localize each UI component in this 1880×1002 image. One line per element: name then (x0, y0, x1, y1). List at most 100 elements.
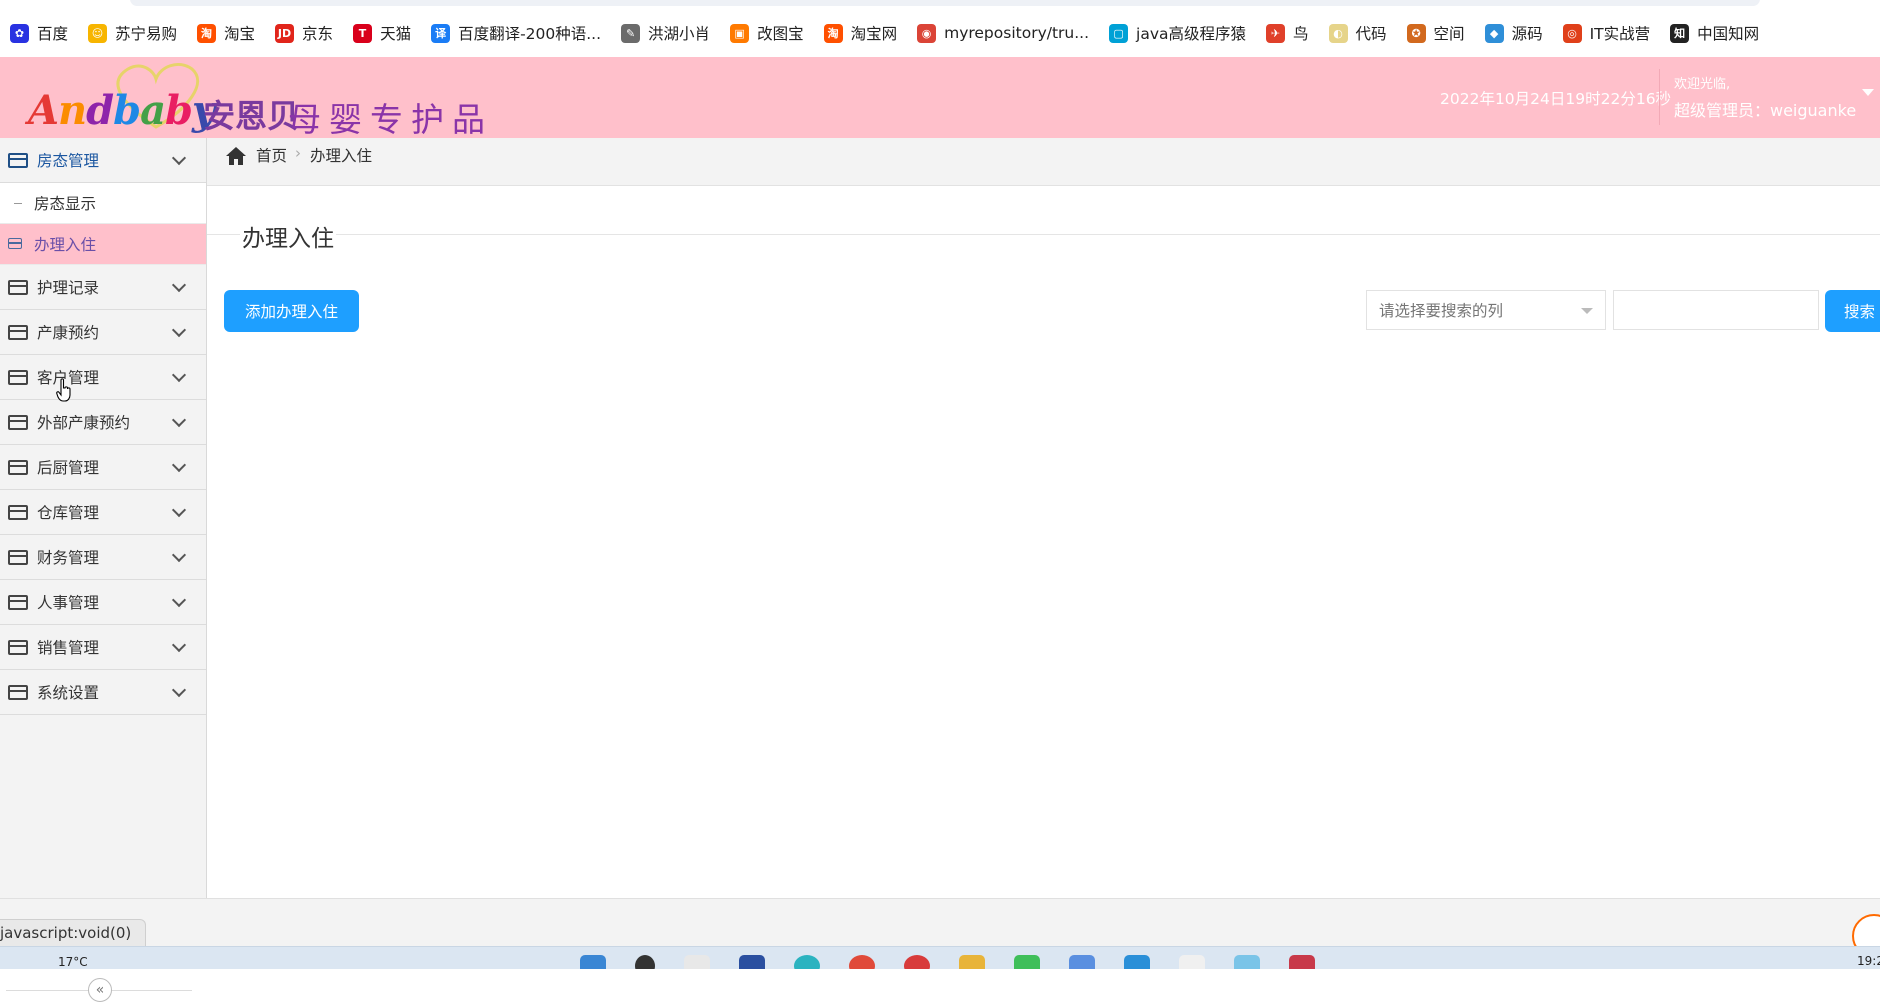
chevron-down-icon (171, 412, 187, 428)
task-view-icon[interactable] (684, 955, 710, 969)
tree-dash (14, 203, 22, 204)
bookmark-item[interactable]: ◉ myrepository/tru... (917, 23, 1089, 43)
sidebar-group-label: 外部产康预约 (37, 414, 131, 432)
app-icon[interactable] (1124, 955, 1150, 969)
bookmark-label: IT实战营 (1589, 25, 1651, 43)
bookmark-item[interactable]: ✿ 百度 (10, 22, 68, 44)
bookmark-item[interactable]: 译百度翻译-200种语... (431, 22, 601, 44)
sidebar-item-room-display[interactable]: 房态显示 (0, 183, 206, 224)
bookmark-item[interactable]: ✎ 洪湖小肖 (621, 22, 710, 44)
sidebar-group-sales[interactable]: 销售管理 (0, 625, 206, 670)
app-icon[interactable] (739, 955, 765, 969)
sidebar-item-check-in[interactable]: 办理入住 (0, 224, 206, 265)
bookmark-item[interactable]: ▣ 改图宝 (730, 22, 804, 44)
card-icon (8, 238, 22, 249)
bookmark-label: 洪湖小肖 (648, 25, 711, 43)
card-icon (8, 549, 28, 565)
sidebar-group-hr[interactable]: 人事管理 (0, 580, 206, 625)
sidebar-group-finance[interactable]: 财务管理 (0, 535, 206, 580)
app-icon[interactable] (1289, 955, 1315, 969)
bookmark-item[interactable]: ▢ java高级程序猿 (1109, 22, 1246, 44)
wechat-icon[interactable] (1014, 955, 1040, 969)
sidebar-group-label: 系统设置 (37, 684, 100, 702)
bookmark-item[interactable]: T 天猫 (353, 22, 411, 44)
leaf-icon: ◐ (1328, 23, 1348, 43)
bookmark-item[interactable]: 淘淘宝网 (823, 22, 897, 44)
sidebar-item-label: 房态显示 (34, 195, 97, 213)
sidebar-group-label: 护理记录 (37, 279, 100, 297)
bookmark-item[interactable]: ◐ 代码 (1328, 22, 1387, 44)
bookmark-item[interactable]: 淘淘宝 (197, 22, 255, 44)
sidebar: 房态管理 房态显示 办理入住 护理记录 产康预约 客户管理 外部产康预约 后厨管… (0, 138, 207, 1002)
admin-user-label[interactable]: 超级管理员：weiguanke (1674, 97, 1856, 121)
bird-icon: ✈ (1266, 23, 1286, 43)
sidebar-group-label: 销售管理 (37, 639, 100, 657)
start-icon[interactable] (580, 955, 606, 969)
card-icon (8, 594, 28, 610)
breadcrumb-current: 办理入住 (310, 147, 373, 165)
bookmark-item[interactable]: ✈ 鸟 (1266, 22, 1309, 44)
card-icon (8, 684, 28, 700)
suning-lion-icon: ☺ (88, 23, 108, 43)
card-icon (8, 639, 28, 655)
sidebar-group-warehouse[interactable]: 仓库管理 (0, 490, 206, 535)
baidu-paw-icon: ✿ (10, 23, 29, 43)
chrome-icon[interactable] (849, 955, 875, 969)
bookmark-item[interactable]: 知中国知网 (1670, 22, 1759, 44)
sidebar-group-customers[interactable]: 客户管理 (0, 355, 206, 400)
add-check-in-button[interactable]: 添加办理入住 (224, 290, 359, 332)
sidebar-group-label: 房态管理 (37, 152, 100, 170)
sidebar-group-postnatal-booking[interactable]: 产康预约 (0, 310, 206, 355)
bookmark-item[interactable]: ◆ 源码 (1484, 22, 1543, 44)
sidebar-group-room-status[interactable]: 房态管理 (0, 138, 206, 183)
search-input[interactable] (1613, 290, 1819, 330)
sidebar-group-label: 财务管理 (37, 549, 100, 567)
chevron-down-icon (171, 502, 187, 518)
app-header: Andbaby 安恩贝 母婴专护品牌 2022年10月24日19时22分16秒 … (0, 57, 1880, 187)
bookmark-item[interactable]: JD 京东 (275, 22, 333, 44)
weather-temperature[interactable]: 17°C (58, 955, 88, 969)
bookmarks-bar: ✿ 百度 ☺ 苏宁易购 淘淘宝 JD 京东 T 天猫译百度翻译-200种语... ✎ 洪湖小肖 ▣ 改图… (0, 10, 1880, 56)
app-icon[interactable] (1179, 955, 1205, 969)
search-button[interactable]: 搜索 (1825, 290, 1880, 332)
taskbar-clock[interactable]: 19:2 (1857, 954, 1880, 968)
bookmark-label: 苏宁易购 (115, 25, 178, 43)
sidebar-group-care-records[interactable]: 护理记录 (0, 265, 206, 310)
search-column-select[interactable]: 请选择要搜索的列 (1366, 290, 1606, 330)
bookmark-label: 中国知网 (1697, 25, 1760, 43)
app-icon[interactable] (1234, 955, 1260, 969)
home-icon[interactable] (225, 146, 247, 166)
bookmark-label: 京东 (302, 25, 334, 43)
bookmark-label: 鸟 (1293, 25, 1309, 43)
chrome-icon: ◉ (917, 23, 937, 43)
bilibili-icon: ▢ (1109, 23, 1129, 43)
address-bar-edge[interactable] (130, 0, 1760, 6)
search-select-placeholder: 请选择要搜索的列 (1379, 302, 1504, 320)
bookmark-label: 百度 (37, 25, 69, 43)
app-icon[interactable] (1069, 955, 1095, 969)
sidebar-group-settings[interactable]: 系统设置 (0, 670, 206, 715)
bird-logo-icon: ✎ (621, 23, 641, 43)
edge-icon[interactable] (794, 955, 820, 969)
bookmark-label: 空间 (1433, 25, 1465, 43)
bookmark-label: 源码 (1511, 25, 1543, 43)
sidebar-group-kitchen[interactable]: 后厨管理 (0, 445, 206, 490)
sidebar-item-label: 办理入住 (34, 236, 97, 254)
breadcrumb-home-link[interactable]: 首页 (256, 144, 287, 166)
cnki-icon: 知 (1670, 23, 1690, 43)
app-icon[interactable] (904, 955, 930, 969)
collapse-sidebar-button[interactable]: « (88, 978, 112, 1002)
bookmark-item[interactable]: ☺ 苏宁易购 (88, 22, 177, 44)
folder-icon[interactable] (959, 955, 985, 969)
sidebar-group-external-booking[interactable]: 外部产康预约 (0, 400, 206, 445)
breadcrumb-separator: › (295, 144, 301, 162)
bookmark-item[interactable]: ◎ IT实战营 (1562, 22, 1651, 44)
search-icon[interactable] (635, 955, 655, 969)
brand-logo: Andbaby 安恩贝 母婴专护品牌 (28, 63, 508, 187)
user-menu-caret-icon[interactable] (1862, 89, 1874, 96)
sidebar-group-label: 人事管理 (37, 594, 100, 612)
bookmark-item[interactable]: ✪ 空间 (1406, 22, 1465, 44)
brand-cn-text: 安恩贝 (203, 97, 300, 135)
card-icon (8, 152, 28, 168)
taobao-icon: 淘 (823, 23, 843, 43)
